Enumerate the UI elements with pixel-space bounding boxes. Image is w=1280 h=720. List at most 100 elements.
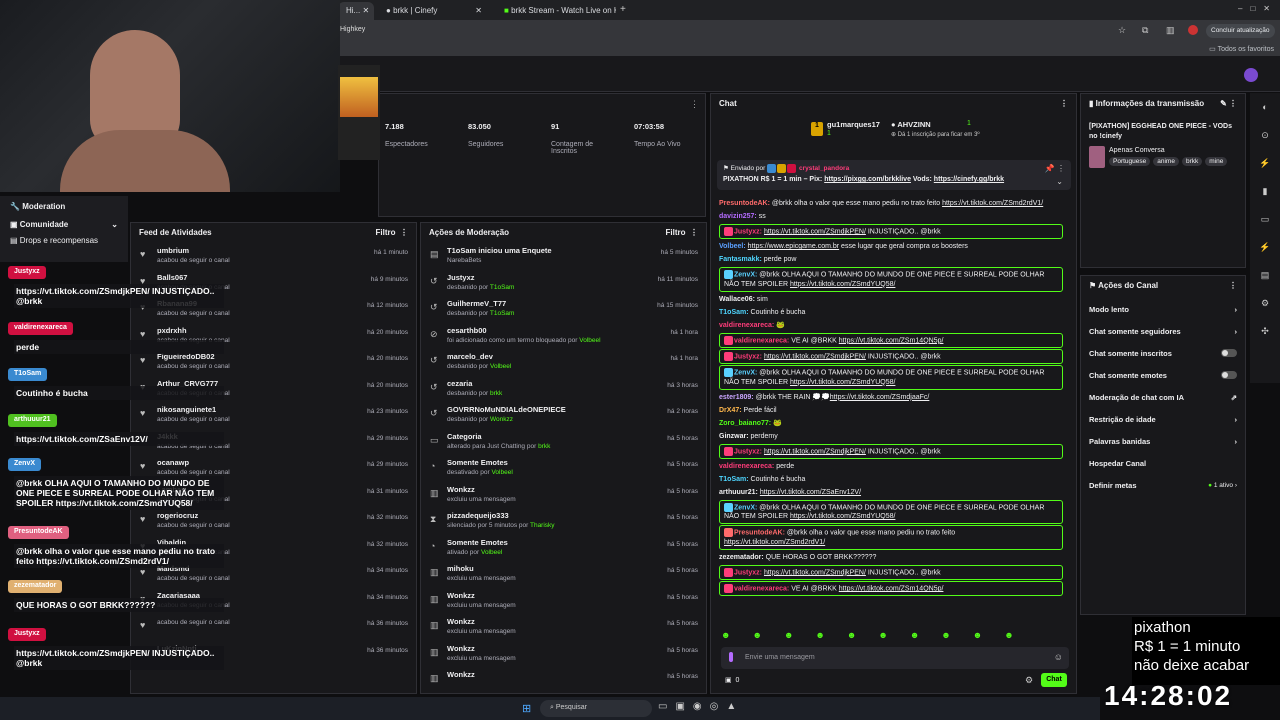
chat-username[interactable]: arthuuur21: [719,489,758,496]
chat-message[interactable]: valdirenexareca: VE AI @BRKK https://vt.… [719,332,1063,349]
chat-message[interactable]: Volbeel: https://www.epicgame.com.br ess… [711,240,1071,253]
pinned-link-pix[interactable]: https://pixgg.com/brkklive [824,176,911,183]
chat-message[interactable]: arthuuur21: https://vt.tiktok.com/ZSaEnv… [711,486,1071,499]
chat-link[interactable]: https://vt.tiktok.com/ZSmdYUQ58/ [790,379,895,386]
chat-username[interactable]: valdirenexareca: [719,322,774,329]
chat-username[interactable]: ZenvX: [734,272,757,279]
moderator-name[interactable]: Volbeel [490,363,511,370]
unpin-icon[interactable]: 📌 ⋮ [1045,164,1065,173]
taskbar-search[interactable]: ⌕ Pesquisar [540,700,652,717]
chat-message[interactable]: Wallace06: sim [711,293,1071,306]
tab-cinefy[interactable]: ● brkk | Cinefy ✕ [378,2,490,20]
channel-action[interactable]: Chat somente inscritos [1081,342,1245,364]
chat-message[interactable]: Zoro_baiano77: 🐸 [711,417,1071,430]
chat-link[interactable]: https://vt.tiktok.com/ZSmdjaaFc/ [830,394,930,401]
channel-action[interactable]: Moderação de chat com IA ⇗ [1081,386,1245,408]
chat-username[interactable]: Volbeel: [719,243,746,250]
chat-message[interactable]: Justyxz: https://vt.tiktok.com/ZSmdjkPEN… [719,564,1063,581]
chat-link[interactable]: https://vt.tiktok.com/ZSm14QN5p/ [839,337,944,344]
toggle-switch[interactable] [1221,371,1237,379]
chat-message[interactable]: PresuntodeAK: @brkk olha o valor que ess… [711,197,1071,210]
chat-username[interactable]: zezematador: [719,554,764,561]
new-tab-icon[interactable]: + [620,4,626,15]
chat-username[interactable]: Justyxz: [734,353,762,360]
chat-message[interactable]: Justyxz: https://vt.tiktok.com/ZSmdjkPEN… [719,224,1063,240]
moderation-item[interactable]: ▥ Wonkzz excluiu uma mensagem há 5 horas [421,588,706,615]
moderation-item[interactable]: ↺ marcelo_dev desbanido por Volbeel há 1 ho… [421,349,706,376]
chat-link[interactable]: https://vt.tiktok.com/ZSmdjkPEN/ [764,448,866,455]
chat-message[interactable]: ZenvX: @brkk OLHA AQUI O TAMANHO DO MUND… [719,500,1063,525]
chat-message[interactable]: Ginzwar: perdemy [711,430,1071,443]
settings-gear-icon[interactable]: ⚙ [1025,675,1033,686]
moderator-name[interactable]: Volbeel [579,337,600,344]
moderation-item[interactable]: ↺ Justyxz desbanido por T1oSam há 11 minuto… [421,270,706,297]
chat-username[interactable]: Zoro_baiano77: [719,420,771,427]
channel-action[interactable]: Definir metas ● 1 ativo › [1081,474,1245,496]
channel-action[interactable]: Palavras banidas › [1081,430,1245,452]
moderation-target[interactable]: marcelo_dev [447,352,706,361]
chat-username[interactable]: PresuntodeAK: [734,530,785,537]
chat-menu-icon[interactable]: ⋮ [1060,99,1068,108]
moderator-name[interactable]: brkk [538,443,550,450]
stream-tag[interactable]: mine [1205,157,1228,166]
chat-message[interactable]: valdirenexareca: VE AI @BRKK https://vt.… [719,581,1063,597]
emoji-icon[interactable]: ☺ [1054,652,1063,662]
moderation-item[interactable]: ▥ Wonkzz excluiu uma mensagem há 5 horas [421,614,706,641]
moderation-target[interactable]: cesarthb00 [447,326,706,335]
chevron-right-icon[interactable]: › [1235,305,1238,314]
moderation-item[interactable]: ▥ Wonkzz excluiu uma mensagem há 5 horas [421,482,706,509]
moderator-name[interactable]: Wonkzz [490,416,513,423]
chat-username[interactable]: ester1809: [719,394,754,401]
all-favorites[interactable]: ▭ Todos os favoritos [1209,45,1274,53]
chat-link[interactable]: https://vt.tiktok.com/ZSmdjkPEN/ [764,353,866,360]
activity-filter-button[interactable]: Filtro ⋮ [376,228,408,237]
star-icon[interactable]: ☆ [1118,25,1126,36]
moderation-item[interactable]: ⊘ cesarthb00 foi adicionado como um termo … [421,323,706,350]
moderation-item[interactable]: ▥ mihoku excluiu uma mensagem há 5 horas [421,561,706,588]
chat-link[interactable]: https://vt.tiktok.com/ZSm14QN5p/ [839,585,944,592]
rail-icons[interactable]: ◐ ⊙ ⚡ ▮ ▭ ⚡ ▤ ⚙ ✣ [1250,93,1280,345]
chat-link[interactable]: https://vt.tiktok.com/ZSmdjkPEN/ [764,569,866,576]
chat-message[interactable]: T1oSam: Coutinho é bucha [711,473,1071,486]
send-chat-button[interactable]: Chat [1041,673,1067,687]
meta-status[interactable]: ● 1 ativo › [1208,482,1237,489]
moderator-name[interactable]: Volbeel [491,469,512,476]
stream-tag[interactable]: brkk [1181,157,1203,166]
taskbar-apps[interactable]: ▭▣◉◎▲ [658,701,744,712]
moderation-item[interactable]: ◔ Somente Emotes ativado por Volbeel há 5 h… [421,535,706,562]
chat-message[interactable]: valdirenexareca: 🐸 [711,319,1071,332]
chat-username[interactable]: Fantasmakk: [719,256,762,263]
tab-kick[interactable]: ■ brkk Stream - Watch Live on K... ✕ [496,2,616,20]
moderation-item[interactable]: ↺ GOVRRNoMuNDIALdeONEPIECE desbanido por W… [421,402,706,429]
chat-message[interactable]: PresuntodeAK: @brkk olha o valor que ess… [719,525,1063,550]
chat-username[interactable]: Justyxz: [734,448,762,455]
channel-action[interactable]: Chat somente seguidores › [1081,320,1245,342]
chat-message[interactable]: valdirenexareca: perde [711,460,1071,473]
chat-username[interactable]: valdirenexareca: [719,463,774,470]
chevron-right-icon[interactable]: › [1233,482,1237,489]
chat-username[interactable]: T1oSam: [719,476,749,483]
activity-item[interactable]: ♥ umbrium acabou de seguir o canal há 1 min… [131,243,416,270]
chat-username[interactable]: ZenvX: [734,370,757,377]
channel-action[interactable]: Hospedar Canal [1081,452,1245,474]
chat-message[interactable]: ZenvX: @brkk OLHA AQUI O TAMANHO DO MUND… [719,267,1063,292]
windows-start-icon[interactable]: ⊞ [522,702,531,715]
chat-link[interactable]: https://vt.tiktok.com/ZSmdYUQ58/ [790,513,895,520]
profile-avatar[interactable] [1188,25,1198,35]
chat-link[interactable]: https://www.epicgame.com.br [748,243,839,250]
chat-message[interactable]: zezematador: QUE HORAS O GOT BRKK?????? [711,551,1071,564]
chat-message[interactable]: ZenvX: @brkk OLHA AQUI O TAMANHO DO MUND… [719,365,1063,390]
activity-item[interactable]: ♥ nikosanguinete1 acabou de seguir o canal… [131,402,416,429]
chat-message[interactable]: ester1809: @brkk THE RAIN 💭💭https://vt.t… [711,391,1071,404]
channel-action[interactable]: Modo lento › [1081,298,1245,320]
moderator-name[interactable]: Tharisky [530,522,555,529]
activity-item[interactable]: ♥ acabou de seguir o canal há 36 minutos [131,614,416,641]
pinned-link-cinefy[interactable]: https://cinefy.gg/brkk [934,176,1004,183]
chat-username[interactable]: Justyxz: [734,569,762,576]
chat-username[interactable]: DrX47: [719,407,742,414]
chat-username[interactable]: Justyxz: [734,228,762,235]
menu-drops[interactable]: ▤ Drops e recompensas [0,232,128,249]
chat-username[interactable]: Wallace06: [719,296,755,303]
chat-message[interactable]: davizin257: ss [711,210,1071,223]
extensions-icon[interactable]: ⧉ [1142,25,1148,36]
